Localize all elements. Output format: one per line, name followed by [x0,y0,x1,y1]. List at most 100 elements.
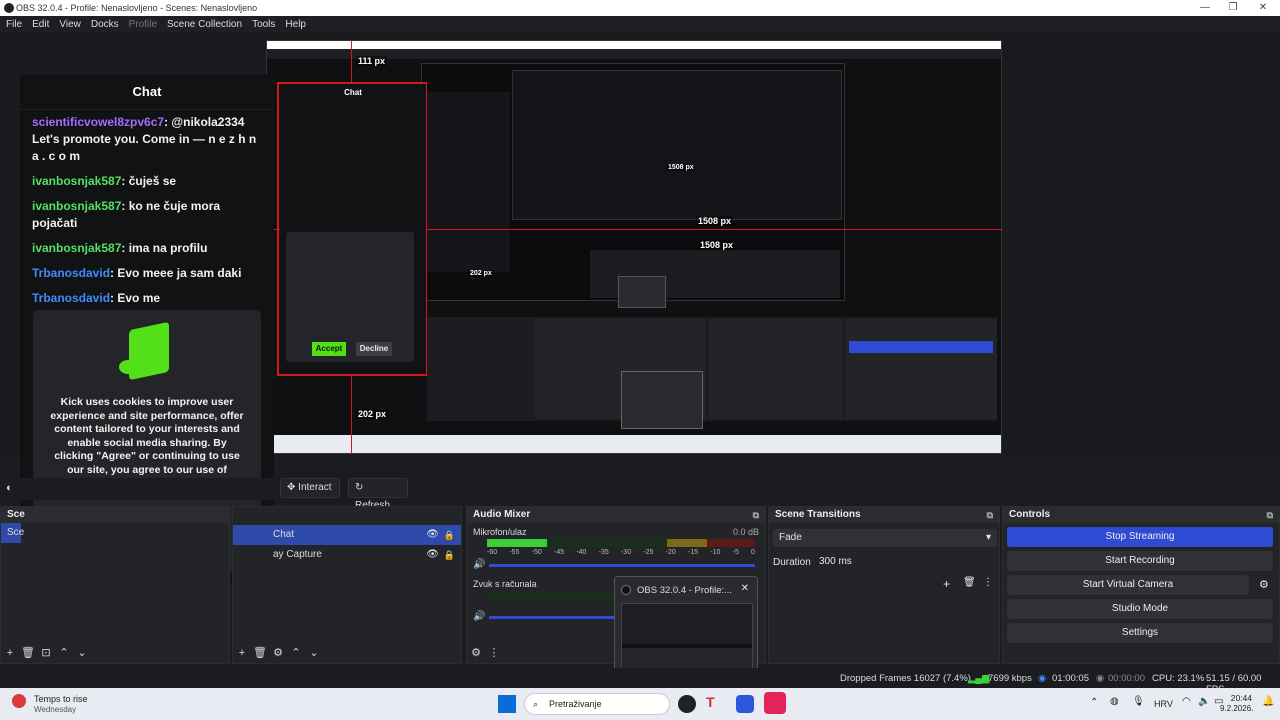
chat-username[interactable]: ivanbosnjak587 [32,174,121,188]
duration-value: 300 ms [819,556,852,567]
source-settings-icon[interactable]: ⚙ [269,643,287,663]
transition-select[interactable]: Fade ▾ [773,529,997,547]
duration-input[interactable]: 300 ms [815,553,997,571]
scene-transitions-dock: Scene Transitions ⧉ Fade ▾ Duration 300 ms… [768,506,1000,664]
transition-value: Fade [779,532,802,543]
chat-username[interactable]: Trbanosdavid [32,266,110,280]
menu-docks[interactable]: Docks [85,19,123,30]
tray-chevron-icon[interactable]: ⌃ [1090,697,1098,708]
taskbar-preview-popup[interactable]: OBS 32.0.4 - Profile:... ✕ [614,576,758,680]
menu-tools[interactable]: Tools [246,19,279,30]
menu-view[interactable]: View [53,19,85,30]
windows-start-icon[interactable] [498,695,516,713]
clock-date[interactable]: 9.2.2026. [1220,704,1253,713]
nested-preview: 1508 px 1508 px 202 px [421,63,845,308]
source-properties-icon[interactable]: ◐ [6,482,13,494]
popup-thumbnail[interactable] [621,603,753,675]
nested-px-label-left: 202 px [468,270,494,277]
window-title: OBS 32.0.4 - Profile: Nenaslovljeno - Sc… [16,3,258,13]
scene-up-icon[interactable]: ⌃ [55,643,73,663]
tiktok-icon[interactable] [764,692,786,714]
source-down-icon[interactable]: ⌄ [305,643,323,663]
menu-file[interactable]: File [0,19,26,30]
stop-streaming-button[interactable]: Stop Streaming [1007,527,1273,547]
menu-profile[interactable]: Profile [123,19,161,30]
lock-icon[interactable]: 🔒 [444,545,455,565]
tray-app-icon[interactable]: ◍ [1110,696,1119,707]
mic-volume-icon[interactable]: 🔊 [473,559,485,570]
refresh-button[interactable]: ↻ Refresh [348,478,408,511]
lock-icon[interactable]: 🔒 [444,525,455,545]
add-transition-icon[interactable]: + [943,577,950,591]
nested-dock-row [427,317,997,421]
menu-edit[interactable]: Edit [26,19,53,30]
clock-time[interactable]: 20:44 [1230,693,1252,703]
obs-taskbar-icon[interactable] [678,695,696,713]
app-t-icon[interactable]: T [706,694,715,710]
chat-username[interactable]: ivanbosnjak587 [32,199,121,213]
remove-source-icon[interactable]: 🗑 [251,643,269,663]
source-item-capture[interactable]: ay Capture 👁 🔒 [233,545,461,565]
wifi-icon[interactable]: ◠ [1182,696,1191,707]
settings-button[interactable]: Settings [1007,623,1273,643]
app-blue-icon[interactable] [736,695,754,713]
remove-transition-icon[interactable]: 🗑 [963,577,976,588]
desktop-volume-icon[interactable]: 🔊 [473,611,485,622]
nested-taskbar [267,435,1001,453]
studio-mode-button[interactable]: Studio Mode [1007,599,1273,619]
interact-button[interactable]: ✥ Interact [280,478,340,498]
menu-scene-collection[interactable]: Scene Collection [161,19,246,30]
chat-username[interactable]: Trbanosdavid [32,291,110,305]
restore-button[interactable]: ❐ [1218,0,1248,16]
nested-px-label-small: 1508 px [666,164,696,171]
virtual-camera-gear-icon[interactable]: ⚙ [1259,578,1269,591]
stream-time: 01:00:05 [1052,673,1089,684]
source-item-chat[interactable]: Chat 👁 🔒 [233,525,461,545]
transition-menu-icon[interactable]: ⋮ [983,577,993,588]
weather-icon[interactable] [12,694,26,708]
tray-mic-icon[interactable]: 🎙 [1132,696,1145,707]
dock-float-icon[interactable]: ⧉ [987,507,993,523]
scene-item[interactable]: Sce [1,523,24,543]
weather-title[interactable]: Temps to rise [34,694,88,704]
cookie-crumb-icon [119,360,137,374]
minimize-button[interactable]: — [1190,0,1220,16]
search-placeholder: Pretraživanje [549,699,602,709]
nested-stop-streaming [849,341,993,353]
chat-source-preview[interactable]: Chat Accept Decline [280,84,426,374]
scene-down-icon[interactable]: ⌄ [73,643,91,663]
remove-scene-icon[interactable]: 🗑 [19,643,37,663]
add-scene-icon[interactable]: + [1,643,19,663]
scene-filter-icon[interactable]: ⊡ [37,643,55,663]
start-recording-button[interactable]: Start Recording [1007,551,1273,571]
chat-text: : Evo meee ja sam daki [110,266,242,280]
chat-username[interactable]: ivanbosnjak587 [32,241,121,255]
audio-settings-icon[interactable]: ⚙ [467,643,485,663]
notification-icon[interactable]: 🔔 [1262,696,1274,707]
popup-close-icon[interactable]: ✕ [741,583,749,594]
tick: -40 [576,549,587,556]
dock-float-icon[interactable]: ⧉ [1267,507,1273,523]
tick: -10 [710,549,721,556]
duration-label: Duration [773,557,811,568]
dock-float-icon[interactable]: ⧉ [753,507,759,523]
eye-icon[interactable]: 👁 [426,545,439,565]
tick: -30 [620,549,632,556]
source-up-icon[interactable]: ⌃ [287,643,305,663]
tick: -55 [509,549,520,556]
language-indicator[interactable]: HRV [1154,699,1173,709]
start-virtual-camera-button[interactable]: Start Virtual Camera [1007,575,1249,595]
eye-icon[interactable]: 👁 [426,525,439,545]
chat-text: : ima na profilu [121,241,208,255]
menu-help[interactable]: Help [279,19,310,30]
taskbar-search[interactable]: ⌕ Pretraživanje [524,693,670,715]
volume-icon[interactable]: 🔈 [1198,696,1210,707]
nested-screen [512,70,842,220]
mic-volume-slider[interactable] [489,564,755,567]
audio-mixer-label: Audio Mixer [473,509,531,520]
add-source-icon[interactable]: + [233,643,251,663]
close-window-button[interactable]: ✕ [1248,0,1278,16]
chat-message: ivanbosnjak587: ima na profilu [20,236,274,261]
chat-username[interactable]: scientificvowel8zpv6c7 [32,115,164,129]
audio-menu-icon[interactable]: ⋮ [485,643,503,663]
